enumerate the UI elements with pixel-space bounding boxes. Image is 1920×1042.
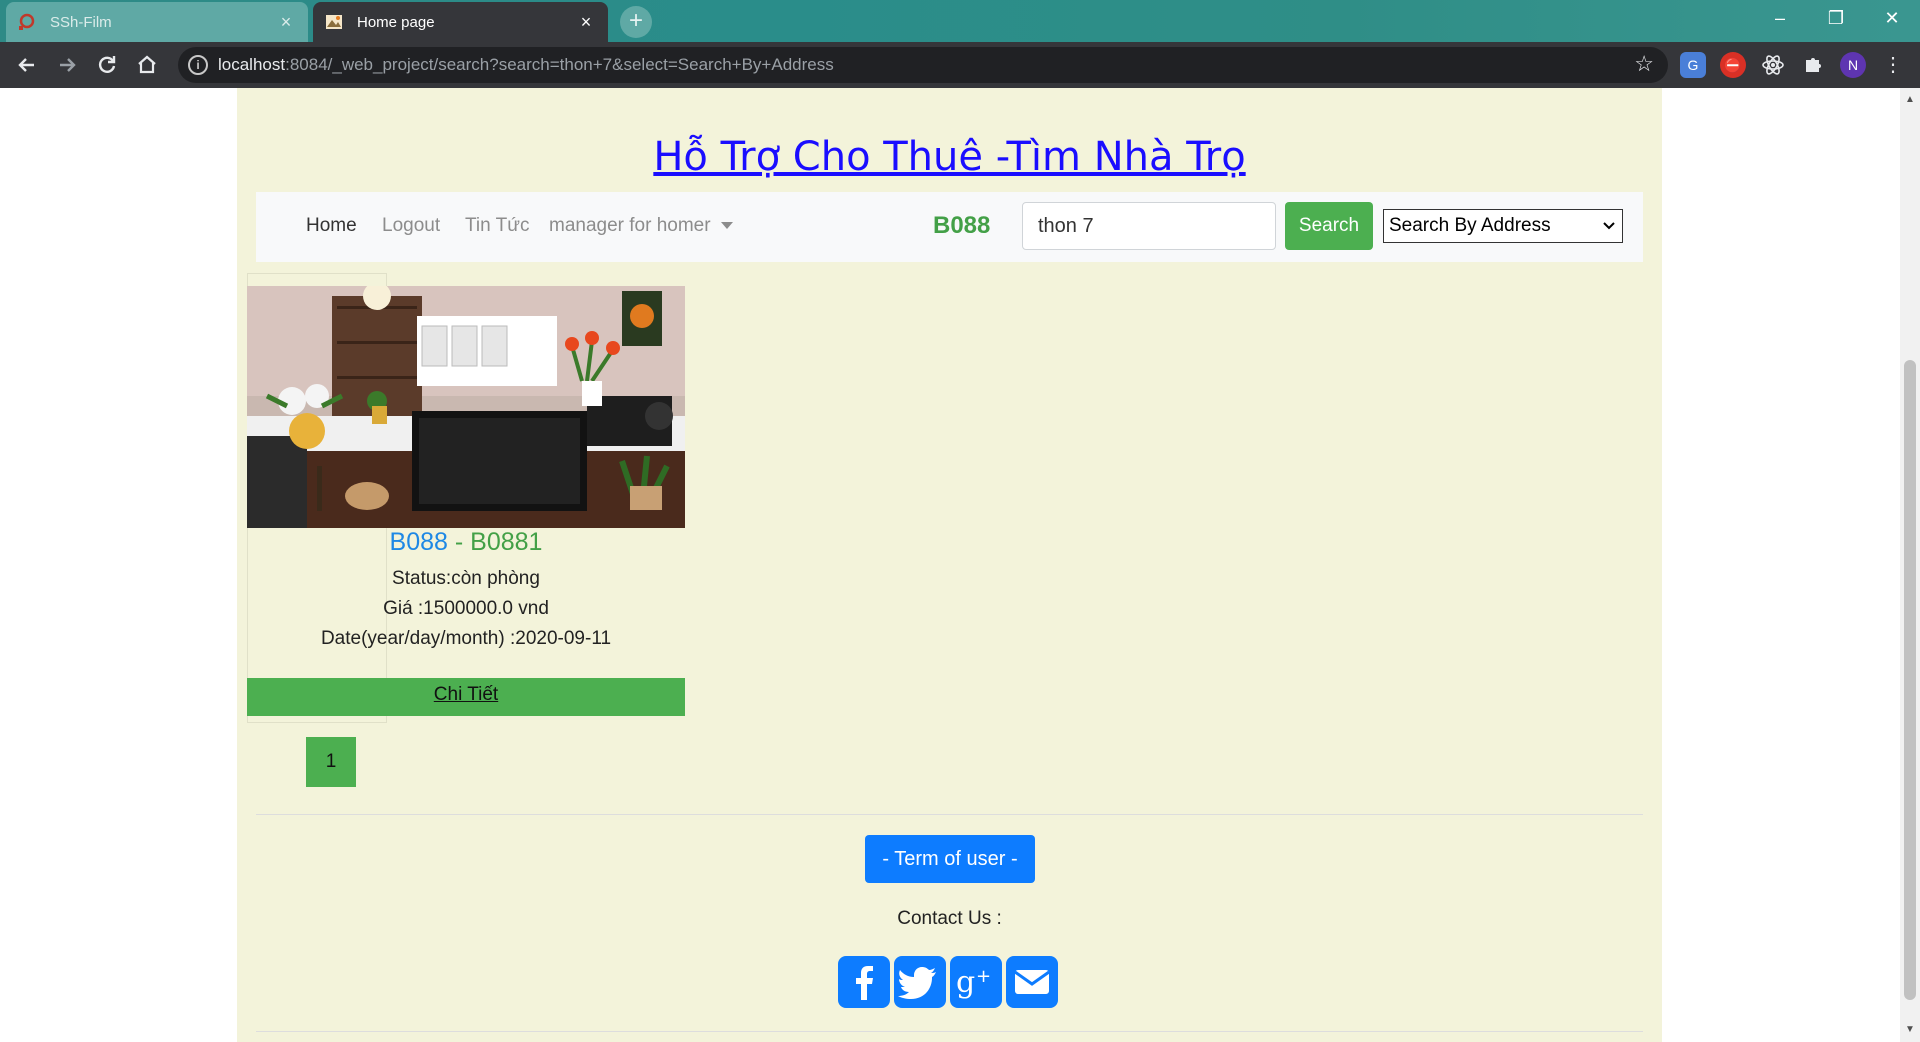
address-bar[interactable]: i localhost:8084/_web_project/search?sea… [178, 47, 1668, 83]
translate-icon[interactable]: G [1680, 52, 1706, 78]
profile-avatar[interactable]: N [1840, 52, 1866, 78]
listing-owner-code: B088 [389, 528, 448, 556]
svg-text:+: + [976, 966, 991, 987]
browser-tab-strip: SSh-Film × Home page × + – ❐ ✕ [0, 0, 1920, 42]
maximize-icon[interactable]: ❐ [1808, 0, 1864, 36]
listing-room-code: B0881 [470, 528, 543, 556]
tab-title: SSh-Film [50, 13, 112, 31]
page-scrollbar[interactable]: ▲ ▼ [1900, 88, 1920, 1042]
bottom-divider [256, 1031, 1643, 1032]
nav-manager-dropdown[interactable]: manager for homer [549, 215, 733, 237]
listing-heading: B088 - B0881 [247, 528, 685, 557]
contact-us-label: Contact Us : [897, 908, 1002, 929]
scroll-up-icon[interactable]: ▲ [1905, 94, 1915, 105]
search-type-select[interactable]: Search By Address [1383, 209, 1623, 243]
listing-price: Giá :1500000.0 vnd [383, 598, 549, 619]
facebook-icon[interactable] [838, 956, 890, 1008]
scroll-down-icon[interactable]: ▼ [1905, 1024, 1915, 1035]
main-navbar: Home Logout Tin Tức manager for homer B0… [256, 192, 1643, 262]
twitter-icon[interactable] [894, 956, 946, 1008]
listing-separator: - [447, 528, 471, 556]
page-viewport: Hỗ Trợ Cho Thuê -Tìm Nhà Trọ Home Logout… [0, 88, 1900, 1042]
tab-ssh-film[interactable]: SSh-Film × [6, 2, 308, 42]
page-container: Hỗ Trợ Cho Thuê -Tìm Nhà Trọ Home Logout… [237, 88, 1662, 1042]
browser-toolbar: i localhost:8084/_web_project/search?sea… [0, 42, 1920, 88]
extensions-puzzle-icon[interactable] [1800, 52, 1826, 78]
tab-home-page[interactable]: Home page × [313, 2, 608, 42]
react-devtools-icon[interactable] [1760, 52, 1786, 78]
adblock-icon[interactable]: ⛔ [1720, 52, 1746, 78]
nav-home-link[interactable]: Home [306, 215, 357, 237]
bookmark-star-icon[interactable]: ☆ [1634, 51, 1654, 77]
terms-of-use-button[interactable]: - Term of user - [865, 835, 1035, 883]
close-tab-icon[interactable]: × [276, 12, 296, 33]
nav-news-link[interactable]: Tin Tức [465, 215, 529, 237]
home-page-favicon-icon [326, 15, 342, 29]
google-plus-icon[interactable]: g + [950, 956, 1002, 1008]
scrollbar-thumb[interactable] [1904, 360, 1916, 1000]
svg-text:g: g [956, 965, 975, 1000]
nav-username: B088 [933, 212, 991, 239]
new-tab-button[interactable]: + [620, 6, 652, 38]
chevron-down-icon [1602, 210, 1616, 253]
email-icon[interactable] [1006, 956, 1058, 1008]
listing-status: Status:còn phòng [392, 568, 540, 589]
url-text: localhost:8084/_web_project/search?searc… [218, 55, 834, 74]
listing-detail-link[interactable]: Chi Tiết [247, 678, 685, 716]
search-type-selected: Search By Address [1389, 215, 1551, 236]
search-button[interactable]: Search [1285, 202, 1373, 250]
forward-icon[interactable] [52, 50, 82, 80]
tab-title: Home page [357, 13, 435, 31]
search-input[interactable] [1022, 202, 1276, 250]
caret-down-icon [720, 222, 733, 230]
ssh-film-favicon-icon [19, 13, 35, 30]
window-close-icon[interactable]: ✕ [1864, 0, 1920, 36]
nav-manager-label: manager for homer [549, 215, 711, 236]
site-title-link[interactable]: Hỗ Trợ Cho Thuê -Tìm Nhà Trọ [237, 134, 1662, 180]
pagination-page-1[interactable]: 1 [306, 737, 356, 787]
footer-divider [256, 814, 1643, 815]
browser-menu-icon[interactable]: ⋮ [1878, 50, 1908, 80]
back-icon[interactable] [12, 50, 42, 80]
listing-photo[interactable] [247, 286, 685, 528]
site-info-icon[interactable]: i [188, 55, 208, 75]
listing-date: Date(year/day/month) :2020-09-11 [320, 628, 612, 649]
reload-icon[interactable] [92, 50, 122, 80]
home-icon[interactable] [132, 50, 162, 80]
nav-logout-link[interactable]: Logout [382, 215, 440, 237]
minimize-icon[interactable]: – [1752, 0, 1808, 36]
close-tab-icon[interactable]: × [576, 12, 596, 33]
